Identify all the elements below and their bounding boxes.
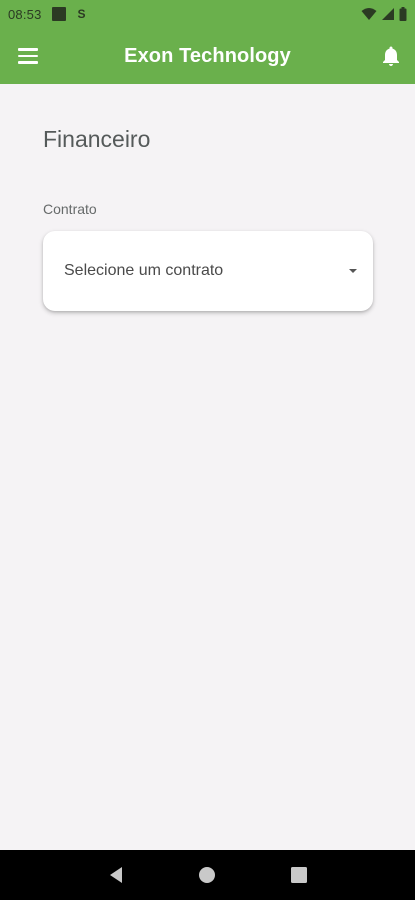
status-icons xyxy=(361,7,407,21)
wifi-icon xyxy=(361,7,377,21)
page-title: Financeiro xyxy=(43,126,151,152)
app-bar: Exon Technology xyxy=(0,28,415,84)
hamburger-menu-icon[interactable] xyxy=(18,44,42,68)
recents-icon[interactable] xyxy=(287,863,311,887)
contract-label: Contrato xyxy=(43,201,97,217)
notification-bell-icon[interactable] xyxy=(379,44,403,68)
contract-select[interactable]: Selecione um contrato xyxy=(43,231,373,311)
system-nav-bar xyxy=(0,850,415,900)
screen: 08:53 S Exon Technology Financeiro Contr… xyxy=(0,0,415,900)
dropdown-caret-icon xyxy=(349,269,357,273)
back-icon[interactable] xyxy=(104,863,128,887)
battery-icon xyxy=(399,7,407,21)
home-icon[interactable] xyxy=(195,863,219,887)
notification-square-icon xyxy=(51,7,66,21)
contract-select-value: Selecione um contrato xyxy=(64,262,224,279)
status-time: 08:53 xyxy=(8,6,42,22)
s-app-icon: S xyxy=(77,7,86,21)
signal-icon xyxy=(381,7,395,21)
app-title: Exon Technology xyxy=(124,44,291,67)
status-bar: 08:53 S xyxy=(0,0,415,28)
